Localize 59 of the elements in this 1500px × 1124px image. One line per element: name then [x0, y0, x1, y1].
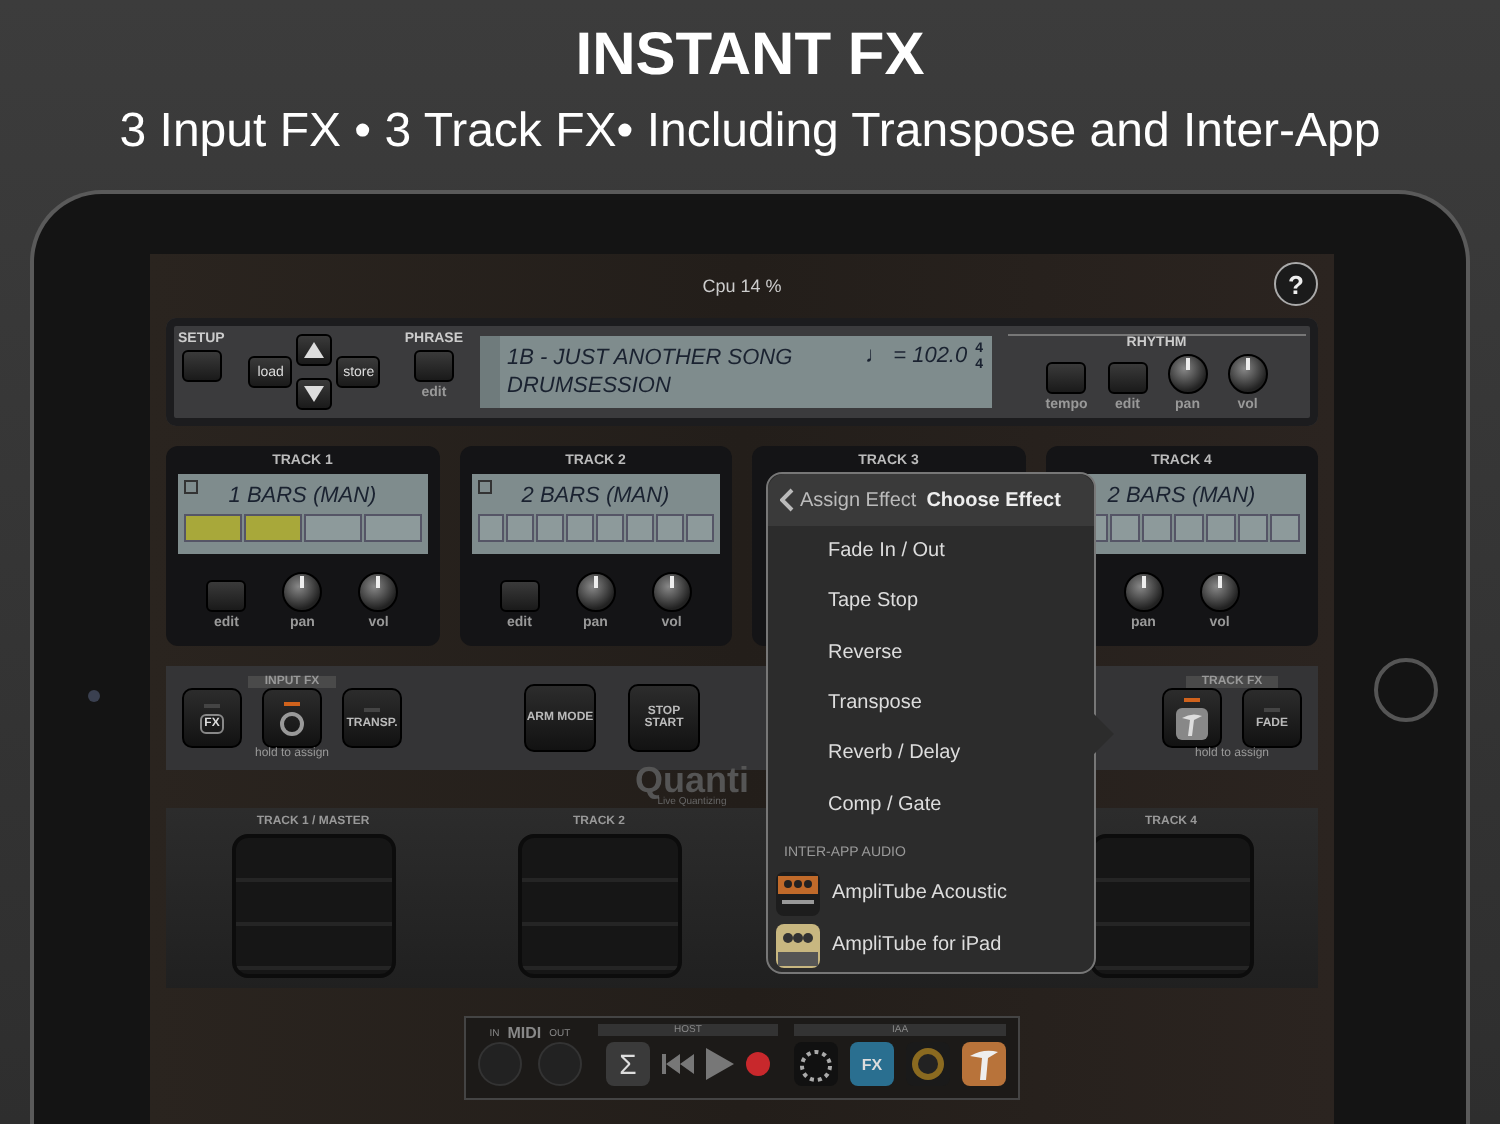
effect-item[interactable]: Reverb / Delay [768, 728, 1094, 779]
rewind-icon[interactable] [662, 1052, 694, 1076]
knob[interactable] [282, 572, 323, 612]
effect-item[interactable]: Tape Stop [768, 576, 1094, 628]
fx-app-button[interactable]: FX [850, 1042, 894, 1086]
input-fx-button[interactable] [262, 688, 322, 748]
bars-readout: 2 BARS (MAN) [521, 482, 670, 512]
display-side-strip [479, 336, 500, 408]
effect-item[interactable]: Fade In / Out [768, 526, 1094, 577]
song-name: 1B - JUST ANOTHER SONG [507, 344, 795, 372]
knob[interactable] [1227, 353, 1268, 393]
midi-logo: MIDI [507, 1024, 542, 1042]
knob[interactable] [1167, 353, 1208, 393]
bars-readout: 2 BARS (MAN) [1107, 482, 1256, 512]
knob[interactable] [575, 572, 616, 612]
track-fx-button[interactable] [1162, 688, 1222, 748]
down-arrow-icon [304, 386, 325, 402]
guitar-app-icon[interactable] [962, 1042, 1006, 1086]
midi-port-icon [478, 1042, 522, 1086]
down-button[interactable] [296, 378, 333, 410]
camera-icon [88, 690, 100, 702]
app-item[interactable]: AmpliTube Acoustic [768, 867, 1094, 920]
back-button[interactable]: Assign Effect [780, 488, 917, 512]
midi-port-icon [538, 1042, 582, 1086]
popover-title: Choose Effect [926, 489, 1061, 511]
up-button[interactable] [296, 334, 333, 366]
amp-icon [776, 923, 820, 968]
knob[interactable] [358, 572, 399, 612]
knob[interactable] [1123, 572, 1164, 612]
amp-icon [776, 871, 820, 916]
dial-app-icon[interactable] [794, 1042, 838, 1086]
footswitch[interactable] [1089, 834, 1253, 978]
mode-icon [184, 480, 198, 494]
up-arrow-icon [304, 342, 325, 358]
help-button[interactable]: ? [1274, 262, 1318, 306]
session-name: DRUMSESSION [507, 372, 673, 400]
knob-app-icon[interactable] [906, 1042, 950, 1086]
knob-icon [280, 711, 304, 735]
effect-item[interactable]: Comp / Gate [768, 778, 1094, 830]
home-button-icon [1374, 658, 1438, 722]
mode-icon [477, 480, 491, 494]
play-icon[interactable] [706, 1048, 734, 1080]
guitar-icon [1176, 707, 1208, 739]
headline: INSTANT FX [575, 20, 925, 92]
footswitch[interactable] [517, 834, 681, 978]
knob[interactable] [1199, 572, 1240, 612]
tempo-readout: ♩ = 102.0 [865, 344, 968, 368]
host-app-button[interactable]: Σ [606, 1042, 650, 1086]
chevron-icon [780, 488, 794, 512]
logo-text: Quanti [635, 762, 749, 798]
knob[interactable] [651, 572, 692, 612]
effect-item[interactable]: Transpose [768, 677, 1094, 729]
bars-readout: 1 BARS (MAN) [228, 482, 377, 512]
app-item[interactable]: AmpliTube for iPad [768, 919, 1094, 972]
record-icon[interactable] [746, 1052, 770, 1076]
subheadline: 3 Input FX • 3 Track FX• Including Transpose and Inter-App [119, 102, 1381, 162]
footswitch[interactable] [231, 834, 395, 978]
cpu-label: Cpu 14 % [702, 276, 782, 296]
effect-item[interactable]: Reverse [768, 627, 1094, 678]
